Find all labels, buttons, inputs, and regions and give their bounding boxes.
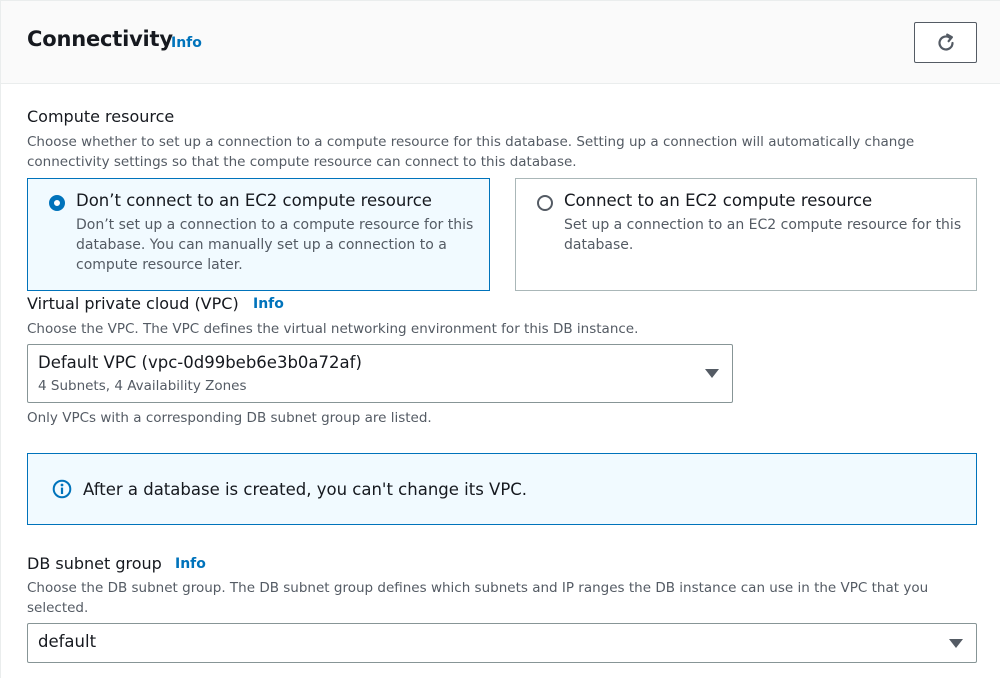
subnet-group-description: Choose the DB subnet group. The DB subne… (27, 580, 929, 616)
connectivity-info-link[interactable]: Info (171, 35, 202, 51)
caret-down-icon (705, 369, 719, 378)
vpc-label: Virtual private cloud (VPC) (27, 294, 239, 313)
vpc-info-alert: After a database is created, you can't c… (27, 453, 977, 525)
refresh-icon (937, 33, 954, 51)
connectivity-panel: Connectivity Info Compute resource Choos… (0, 0, 1000, 678)
compute-resource-description: Choose whether to set up a connection to… (27, 134, 915, 170)
refresh-button[interactable] (914, 22, 977, 63)
subnet-group-select[interactable]: default (27, 623, 977, 663)
subnet-group-selected-value: default (38, 632, 97, 651)
vpc-description: Choose the VPC. The VPC defines the virt… (27, 321, 639, 337)
subnet-group-info-link[interactable]: Info (175, 556, 206, 572)
radio-tile-title: Connect to an EC2 compute resource (564, 191, 873, 210)
compute-resource-label: Compute resource (27, 107, 175, 126)
vpc-info-link[interactable]: Info (253, 296, 284, 312)
vpc-hint: Only VPCs with a corresponding DB subnet… (27, 410, 432, 426)
radio-tile-dont-connect[interactable]: Don’t connect to an EC2 compute resource… (27, 178, 490, 291)
radio-tile-connect-ec2[interactable]: Connect to an EC2 compute resource Set u… (515, 178, 977, 291)
radio-button-connect-ec2[interactable] (537, 195, 553, 211)
radio-tile-description: Set up a connection to an EC2 compute re… (564, 217, 962, 253)
caret-down-icon (949, 639, 963, 648)
info-circle-icon (52, 479, 72, 499)
subnet-group-label: DB subnet group (27, 554, 162, 573)
radio-tile-description: Don’t set up a connection to a compute r… (76, 217, 474, 273)
vpc-select[interactable]: Default VPC (vpc-0d99beb6e3b0a72af) 4 Su… (27, 344, 733, 403)
panel-header: Connectivity Info (1, 1, 1000, 84)
alert-text: After a database is created, you can't c… (83, 480, 528, 499)
radio-button-dont-connect[interactable] (49, 195, 65, 211)
panel-title: Connectivity (27, 27, 173, 51)
vpc-selected-detail: 4 Subnets, 4 Availability Zones (38, 378, 247, 394)
radio-tile-title: Don’t connect to an EC2 compute resource (76, 191, 432, 210)
vpc-selected-value: Default VPC (vpc-0d99beb6e3b0a72af) (38, 353, 362, 372)
